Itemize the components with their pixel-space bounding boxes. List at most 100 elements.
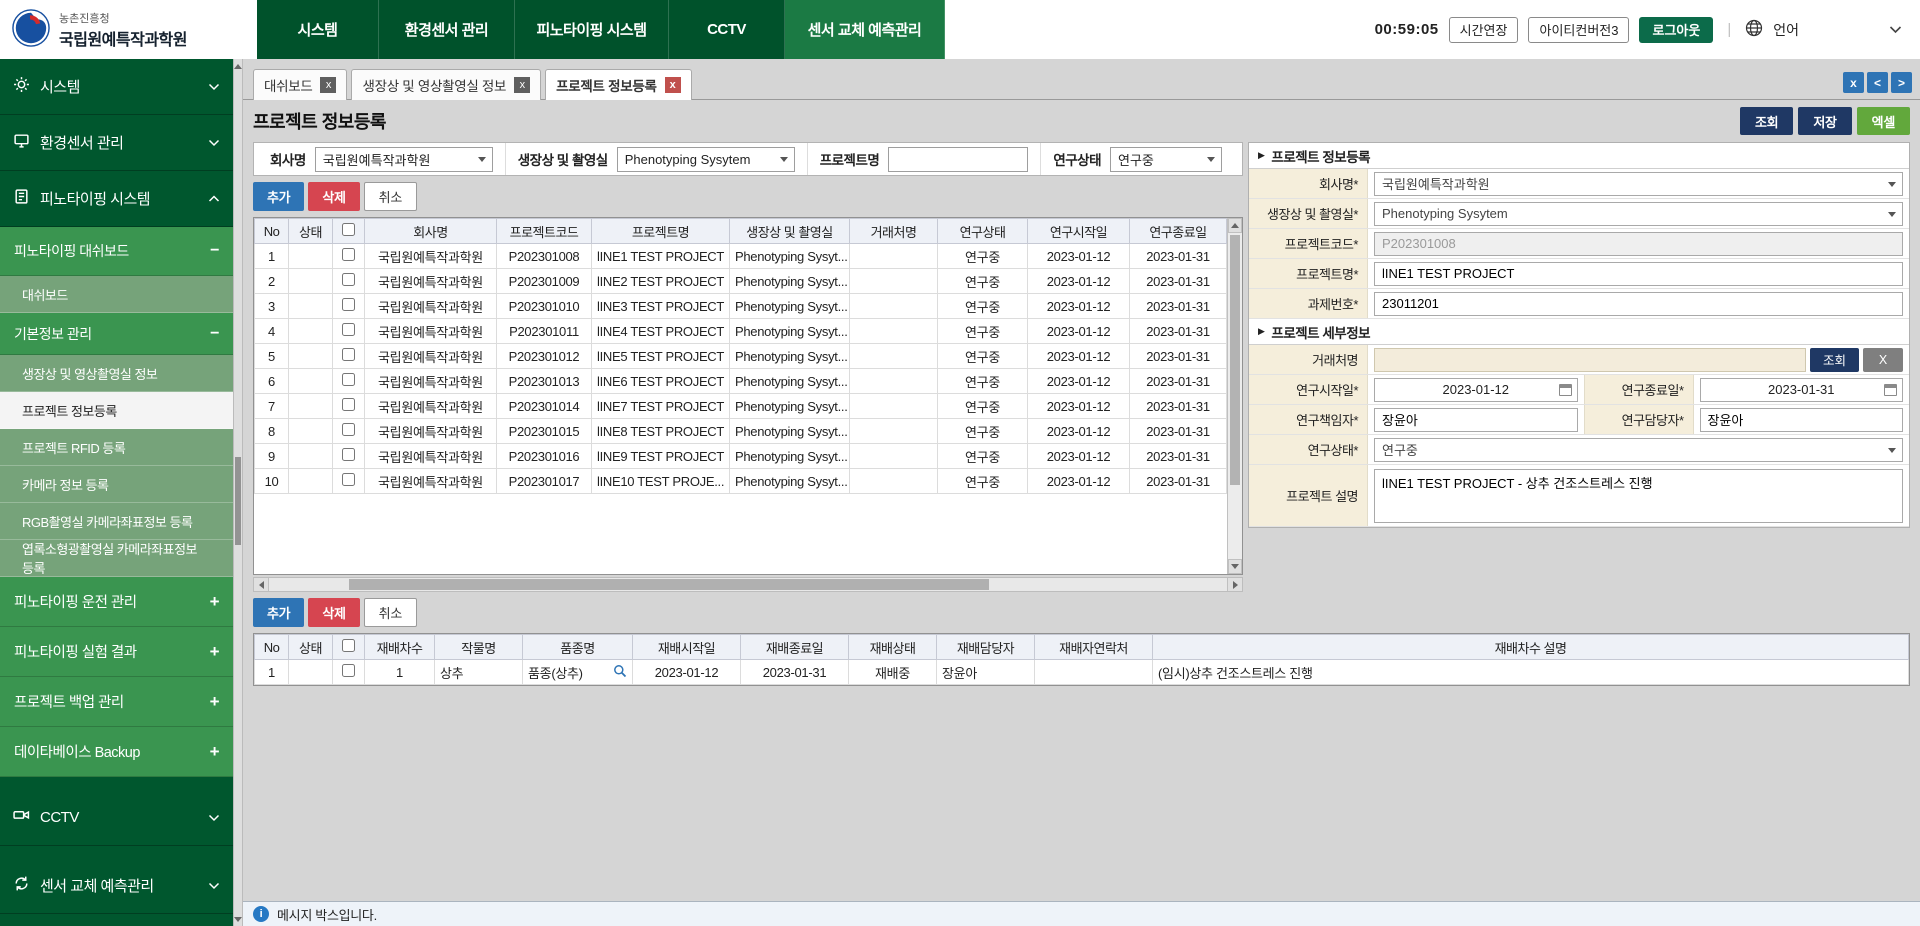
- search-magnifier-icon[interactable]: [613, 664, 627, 681]
- tab-scroll-right-button[interactable]: >: [1891, 72, 1912, 93]
- sidebar-item-chlorophyll-camera-coord[interactable]: 엽록소형광촬영실 카메라좌표정보 등록: [0, 540, 233, 577]
- sidebar-item-project-rfid[interactable]: 프로젝트 RFID 등록: [0, 429, 233, 466]
- sidebar-item-chamber-info[interactable]: 생장상 및 영상촬영실 정보: [0, 355, 233, 392]
- row-checkbox[interactable]: [342, 373, 355, 386]
- menu-env-sensor[interactable]: 환경센서 관리: [379, 0, 515, 59]
- add-row-button[interactable]: 추가: [253, 598, 304, 627]
- table-row[interactable]: 7 국립원예특작과학원 P202301014 lINE7 TEST PROJEC…: [255, 394, 1227, 419]
- sidebar-item-phenotyping[interactable]: 피노타이핑 시스템: [0, 171, 233, 227]
- research-state-select[interactable]: 연구중: [1374, 438, 1903, 462]
- menu-phenotyping[interactable]: 피노타이핑 시스템: [515, 0, 669, 59]
- project-name-input[interactable]: [888, 147, 1028, 172]
- close-all-tabs-button[interactable]: x: [1843, 72, 1864, 93]
- grid-vertical-scrollbar[interactable]: [1227, 218, 1242, 574]
- sidebar-section-database-backup[interactable]: 데이타베이스 Backup +: [0, 727, 233, 777]
- table-row[interactable]: 1 1 상추 품종(상추) 2023-01-12 2023-01-31 재배중 …: [255, 660, 1909, 685]
- table-row[interactable]: 10 국립원예특작과학원 P202301017 lINE10 TEST PROJ…: [255, 469, 1227, 494]
- row-checkbox[interactable]: [342, 323, 355, 336]
- client-search-button[interactable]: 조회: [1810, 348, 1859, 372]
- close-icon[interactable]: x: [665, 77, 681, 93]
- sidebar-item-env-sensor[interactable]: 환경센서 관리: [0, 115, 233, 171]
- row-checkbox[interactable]: [342, 298, 355, 311]
- sidebar-section-experiment-result[interactable]: 피노타이핑 실험 결과 +: [0, 627, 233, 677]
- chamber-select[interactable]: Phenotyping Sysytem: [1374, 202, 1903, 226]
- close-icon[interactable]: x: [320, 77, 336, 93]
- research-leader-input[interactable]: [1374, 408, 1578, 432]
- row-checkbox[interactable]: [342, 664, 355, 677]
- select-all-checkbox[interactable]: [342, 639, 355, 652]
- menu-system[interactable]: 시스템: [257, 0, 379, 59]
- table-row[interactable]: 9 국립원예특작과학원 P202301016 lINE9 TEST PROJEC…: [255, 444, 1227, 469]
- scroll-right-arrow-icon[interactable]: [1227, 578, 1242, 591]
- table-row[interactable]: 8 국립원예특작과학원 P202301015 lINE8 TEST PROJEC…: [255, 419, 1227, 444]
- sidebar-item-cctv[interactable]: CCTV: [0, 790, 233, 846]
- scroll-down-arrow-icon[interactable]: [1228, 559, 1242, 574]
- tab-dashboard[interactable]: 대쉬보드 x: [253, 69, 347, 100]
- row-checkbox[interactable]: [342, 398, 355, 411]
- row-checkbox[interactable]: [342, 423, 355, 436]
- scroll-down-arrow-icon[interactable]: [234, 914, 242, 924]
- table-row[interactable]: 5 국립원예특작과학원 P202301012 lINE5 TEST PROJEC…: [255, 344, 1227, 369]
- project-name-input[interactable]: [1374, 262, 1903, 286]
- row-checkbox[interactable]: [342, 273, 355, 286]
- user-account-button[interactable]: 아이티컨버전3: [1528, 17, 1629, 43]
- table-row[interactable]: 3 국립원예특작과학원 P202301010 lINE3 TEST PROJEC…: [255, 294, 1227, 319]
- client-clear-button[interactable]: X: [1863, 348, 1903, 372]
- sidebar-section-project-backup[interactable]: 프로젝트 백업 관리 +: [0, 677, 233, 727]
- sidebar-item-system[interactable]: 시스템: [0, 59, 233, 115]
- start-date-input[interactable]: 2023-01-12: [1374, 378, 1578, 402]
- end-date-input[interactable]: 2023-01-31: [1700, 378, 1904, 402]
- tab-scroll-left-button[interactable]: <: [1867, 72, 1888, 93]
- tab-project-register[interactable]: 프로젝트 정보등록 x: [545, 69, 691, 100]
- content-vertical-scrollbar[interactable]: [233, 59, 243, 926]
- save-button[interactable]: 저장: [1798, 107, 1851, 135]
- status-filter-select[interactable]: 연구중: [1110, 147, 1222, 172]
- row-checkbox[interactable]: [342, 248, 355, 261]
- sidebar-section-basic-info[interactable]: 기본정보 관리 −: [0, 313, 233, 355]
- row-checkbox[interactable]: [342, 348, 355, 361]
- sidebar-section-operation[interactable]: 피노타이핑 운전 관리 +: [0, 577, 233, 627]
- table-row[interactable]: 2 국립원예특작과학원 P202301009 lINE2 TEST PROJEC…: [255, 269, 1227, 294]
- scrollbar-thumb[interactable]: [235, 457, 241, 545]
- delete-row-button[interactable]: 삭제: [308, 182, 359, 211]
- globe-icon[interactable]: [1745, 19, 1763, 40]
- scroll-up-arrow-icon[interactable]: [234, 61, 242, 71]
- chamber-filter-select[interactable]: Phenotyping Sysytem: [617, 147, 795, 172]
- client-input[interactable]: [1374, 348, 1806, 372]
- table-row[interactable]: 4 국립원예특작과학원 P202301011 lINE4 TEST PROJEC…: [255, 319, 1227, 344]
- sidebar-item-rgb-camera-coord[interactable]: RGB촬영실 카메라좌표정보 등록: [0, 503, 233, 540]
- research-manager-input[interactable]: [1700, 408, 1904, 432]
- scroll-up-arrow-icon[interactable]: [1228, 218, 1242, 233]
- sidebar-item-project-register[interactable]: 프로젝트 정보등록: [0, 392, 233, 429]
- cancel-button[interactable]: 취소: [364, 598, 417, 627]
- select-all-checkbox[interactable]: [342, 223, 355, 236]
- row-checkbox[interactable]: [342, 473, 355, 486]
- grid-horizontal-scrollbar[interactable]: [253, 577, 1243, 592]
- menu-cctv[interactable]: CCTV: [669, 0, 785, 59]
- project-desc-textarea[interactable]: lINE1 TEST PROJECT - 상추 건조스트레스 진행: [1374, 469, 1903, 523]
- logout-button[interactable]: 로그아웃: [1639, 17, 1713, 43]
- search-button[interactable]: 조회: [1740, 107, 1793, 135]
- language-chevron-down-icon[interactable]: [1889, 22, 1902, 37]
- table-row[interactable]: 1 국립원예특작과학원 P202301008 lINE1 TEST PROJEC…: [255, 244, 1227, 269]
- row-checkbox[interactable]: [342, 448, 355, 461]
- calendar-icon[interactable]: [1884, 384, 1897, 396]
- task-number-input[interactable]: [1374, 292, 1903, 316]
- calendar-icon[interactable]: [1559, 384, 1572, 396]
- menu-sensor-replace[interactable]: 센서 교체 예측관리: [785, 0, 945, 59]
- scrollbar-thumb[interactable]: [349, 579, 989, 590]
- excel-button[interactable]: 엑셀: [1857, 107, 1910, 135]
- sidebar-section-pheno-dashboard[interactable]: 피노타이핑 대쉬보드 −: [0, 227, 233, 276]
- scrollbar-thumb[interactable]: [1230, 235, 1240, 485]
- company-select[interactable]: 국립원예특작과학원: [1374, 172, 1903, 196]
- tab-chamber-info[interactable]: 생장상 및 영상촬영실 정보 x: [351, 69, 541, 100]
- add-row-button[interactable]: 추가: [253, 182, 304, 211]
- cancel-button[interactable]: 취소: [364, 182, 417, 211]
- extend-time-button[interactable]: 시간연장: [1449, 17, 1519, 43]
- scroll-left-arrow-icon[interactable]: [254, 578, 269, 591]
- sidebar-item-dashboard[interactable]: 대쉬보드: [0, 276, 233, 313]
- language-label[interactable]: 언어: [1773, 20, 1799, 40]
- sidebar-item-camera-info[interactable]: 카메라 정보 등록: [0, 466, 233, 503]
- table-row[interactable]: 6 국립원예특작과학원 P202301013 lINE6 TEST PROJEC…: [255, 369, 1227, 394]
- close-icon[interactable]: x: [514, 77, 530, 93]
